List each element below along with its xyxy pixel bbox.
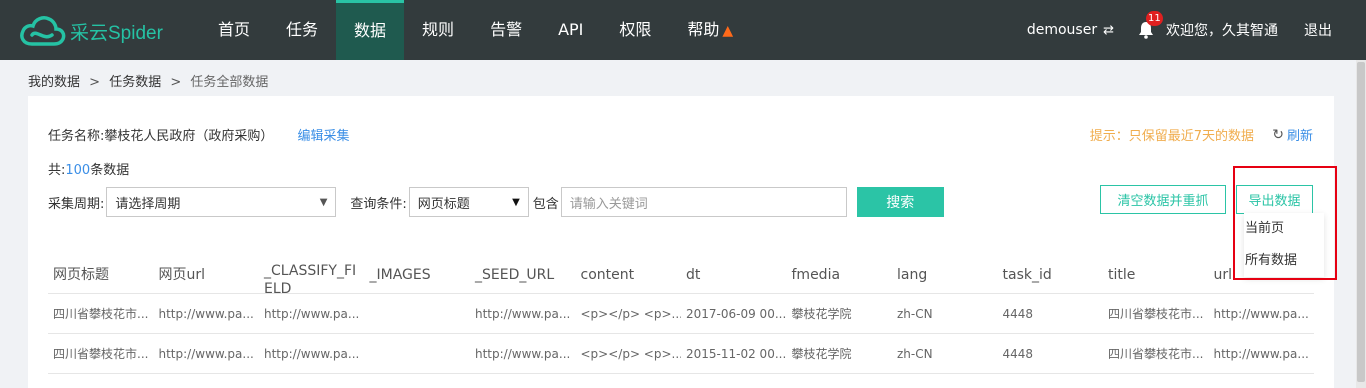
column-header[interactable]: 网页url bbox=[154, 256, 260, 293]
column-header[interactable]: title bbox=[1103, 256, 1209, 293]
task-info: 任务名称:攀枝花人民政府（政府采购） 编辑采集 bbox=[48, 125, 350, 144]
table-cell: 4448 bbox=[1002, 346, 1034, 361]
table-cell: http://www.pa... bbox=[475, 306, 571, 321]
table-cell: http://www.pa... bbox=[1213, 306, 1309, 321]
breadcrumb-current: 任务全部数据 bbox=[190, 75, 269, 90]
notification-button[interactable]: 11 bbox=[1138, 11, 1163, 39]
retention-tip: 提示：只保留最近7天的数据 bbox=[1089, 129, 1254, 144]
refresh-button[interactable]: ↻ 刷新 bbox=[1272, 125, 1313, 145]
total-count: 共:100条数据 bbox=[48, 159, 129, 178]
breadcrumb-my-data[interactable]: 我的数据 bbox=[28, 75, 80, 90]
brand-logo[interactable]: 采云Spider bbox=[18, 14, 163, 48]
table-cell: 攀枝花学院 bbox=[791, 347, 852, 361]
table-row[interactable]: 四川省攀枝花市... http://www.pa... http://www.p… bbox=[48, 334, 1314, 374]
column-header[interactable]: fmedia bbox=[787, 256, 893, 293]
table-cell: <p></p> <p>... bbox=[580, 346, 682, 361]
table-cell: 4448 bbox=[1002, 306, 1034, 321]
refresh-label: 刷新 bbox=[1286, 129, 1313, 144]
table-header: 网页标题 网页url _CLASSIFY_FIELD _IMAGES _SEED… bbox=[48, 256, 1314, 297]
edit-crawl-link[interactable]: 编辑采集 bbox=[298, 129, 350, 144]
table-cell: http://www.pa... bbox=[264, 306, 360, 321]
column-header[interactable]: dt bbox=[681, 256, 787, 293]
table-cell: http://www.pa... bbox=[264, 346, 360, 361]
task-name-label: 任务名称: bbox=[48, 129, 105, 144]
top-navbar: 采云Spider 首页 任务 数据 规则 告警 API 权限 帮助 ▲ demou… bbox=[0, 0, 1366, 60]
cloud-logo-icon bbox=[20, 16, 66, 46]
table-cell: http://www.pa... bbox=[158, 346, 254, 361]
chevron-down-icon: ▼ bbox=[319, 196, 328, 208]
period-select[interactable]: 请选择周期 ▼ bbox=[106, 187, 337, 217]
total-number: 100 bbox=[65, 163, 91, 178]
nav-item-data[interactable]: 数据 bbox=[336, 0, 405, 60]
table-cell: http://www.pa... bbox=[158, 306, 254, 321]
column-header[interactable]: lang bbox=[892, 256, 998, 293]
table-cell: http://www.pa... bbox=[475, 346, 571, 361]
contains-label: 包含 bbox=[532, 196, 559, 212]
nav-item-api[interactable]: API bbox=[540, 0, 601, 60]
data-table: 网页标题 网页url _CLASSIFY_FIELD _IMAGES _SEED… bbox=[48, 256, 1314, 374]
condition-label: 查询条件: bbox=[350, 196, 407, 212]
table-cell: 四川省攀枝花市... bbox=[1108, 307, 1204, 321]
logout-link[interactable]: 退出 bbox=[1304, 20, 1332, 40]
task-name: 攀枝花人民政府（政府采购） bbox=[104, 129, 274, 144]
table-cell: <p></p> <p>... bbox=[580, 306, 682, 321]
user-area: demouser ⇄ 11 欢迎您，久其智通 退出 bbox=[1027, 0, 1366, 60]
welcome-text: 欢迎您，久其智通 bbox=[1166, 23, 1278, 39]
scrollbar-thumb[interactable] bbox=[1357, 62, 1365, 382]
total-prefix: 共: bbox=[48, 163, 66, 178]
column-header[interactable]: _SEED_URL bbox=[470, 256, 576, 293]
table-cell: zh-CN bbox=[897, 346, 933, 361]
refresh-icon: ↻ bbox=[1272, 126, 1284, 143]
highlight-annotation-box bbox=[1233, 166, 1337, 280]
filter-row: 采集周期: 请选择周期 ▼ 查询条件: 网页标题 ▼ 包含 请输入关键词 搜索 bbox=[48, 187, 944, 217]
username[interactable]: demouser bbox=[1027, 22, 1097, 38]
period-label: 采集周期: bbox=[48, 196, 105, 212]
notification-badge: 11 bbox=[1146, 11, 1163, 26]
table-cell: 攀枝花学院 bbox=[791, 307, 852, 321]
condition-select-value: 网页标题 bbox=[417, 196, 470, 212]
total-suffix: 条数据 bbox=[90, 163, 130, 178]
nav-item-help-label: 帮助 bbox=[687, 20, 720, 39]
nav-item-permissions[interactable]: 权限 bbox=[601, 0, 669, 60]
table-cell: 四川省攀枝花市... bbox=[53, 347, 149, 361]
condition-select[interactable]: 网页标题 ▼ bbox=[408, 187, 529, 217]
column-header[interactable]: _IMAGES bbox=[365, 256, 471, 293]
breadcrumb-separator: > bbox=[89, 75, 101, 90]
period-select-value: 请选择周期 bbox=[115, 196, 181, 212]
keyword-placeholder: 请输入关键词 bbox=[569, 196, 648, 212]
main-nav: 首页 任务 数据 规则 告警 API 权限 帮助 ▲ bbox=[200, 0, 751, 60]
table-cell: http://www.pa... bbox=[1213, 346, 1309, 361]
nav-item-tasks[interactable]: 任务 bbox=[268, 0, 336, 60]
clear-and-recrawl-button[interactable]: 清空数据并重抓 bbox=[1100, 185, 1226, 214]
column-header[interactable]: task_id bbox=[998, 256, 1104, 293]
table-cell: 2017-06-09 00... bbox=[686, 306, 787, 321]
table-cell: 四川省攀枝花市... bbox=[1108, 347, 1204, 361]
switch-user-icon[interactable]: ⇄ bbox=[1103, 23, 1114, 38]
warning-icon: ▲ bbox=[722, 23, 734, 39]
table-row[interactable]: 四川省攀枝花市... http://www.pa... http://www.p… bbox=[48, 294, 1314, 334]
search-button[interactable]: 搜索 bbox=[856, 187, 944, 217]
nav-item-home[interactable]: 首页 bbox=[200, 0, 268, 60]
column-header[interactable]: _CLASSIFY_FIELD bbox=[259, 256, 365, 297]
table-cell: 四川省攀枝花市... bbox=[53, 307, 149, 321]
breadcrumb: 我的数据 > 任务数据 > 任务全部数据 bbox=[28, 71, 268, 90]
nav-item-alerts[interactable]: 告警 bbox=[472, 0, 540, 60]
keyword-input[interactable]: 请输入关键词 bbox=[560, 187, 847, 217]
nav-item-rules[interactable]: 规则 bbox=[404, 0, 472, 60]
brand-name: 采云Spider bbox=[70, 22, 163, 44]
table-cell: 2015-11-02 00... bbox=[686, 346, 787, 361]
chevron-down-icon: ▼ bbox=[512, 196, 520, 208]
breadcrumb-separator: > bbox=[170, 75, 182, 90]
data-panel: 任务名称:攀枝花人民政府（政府采购） 编辑采集 提示：只保留最近7天的数据 ↻ … bbox=[28, 96, 1334, 388]
nav-item-help[interactable]: 帮助 ▲ bbox=[669, 0, 751, 60]
column-header[interactable]: content bbox=[576, 256, 682, 293]
column-header[interactable]: 网页标题 bbox=[48, 256, 154, 293]
table-cell: zh-CN bbox=[897, 306, 933, 321]
breadcrumb-task-data[interactable]: 任务数据 bbox=[109, 75, 161, 90]
